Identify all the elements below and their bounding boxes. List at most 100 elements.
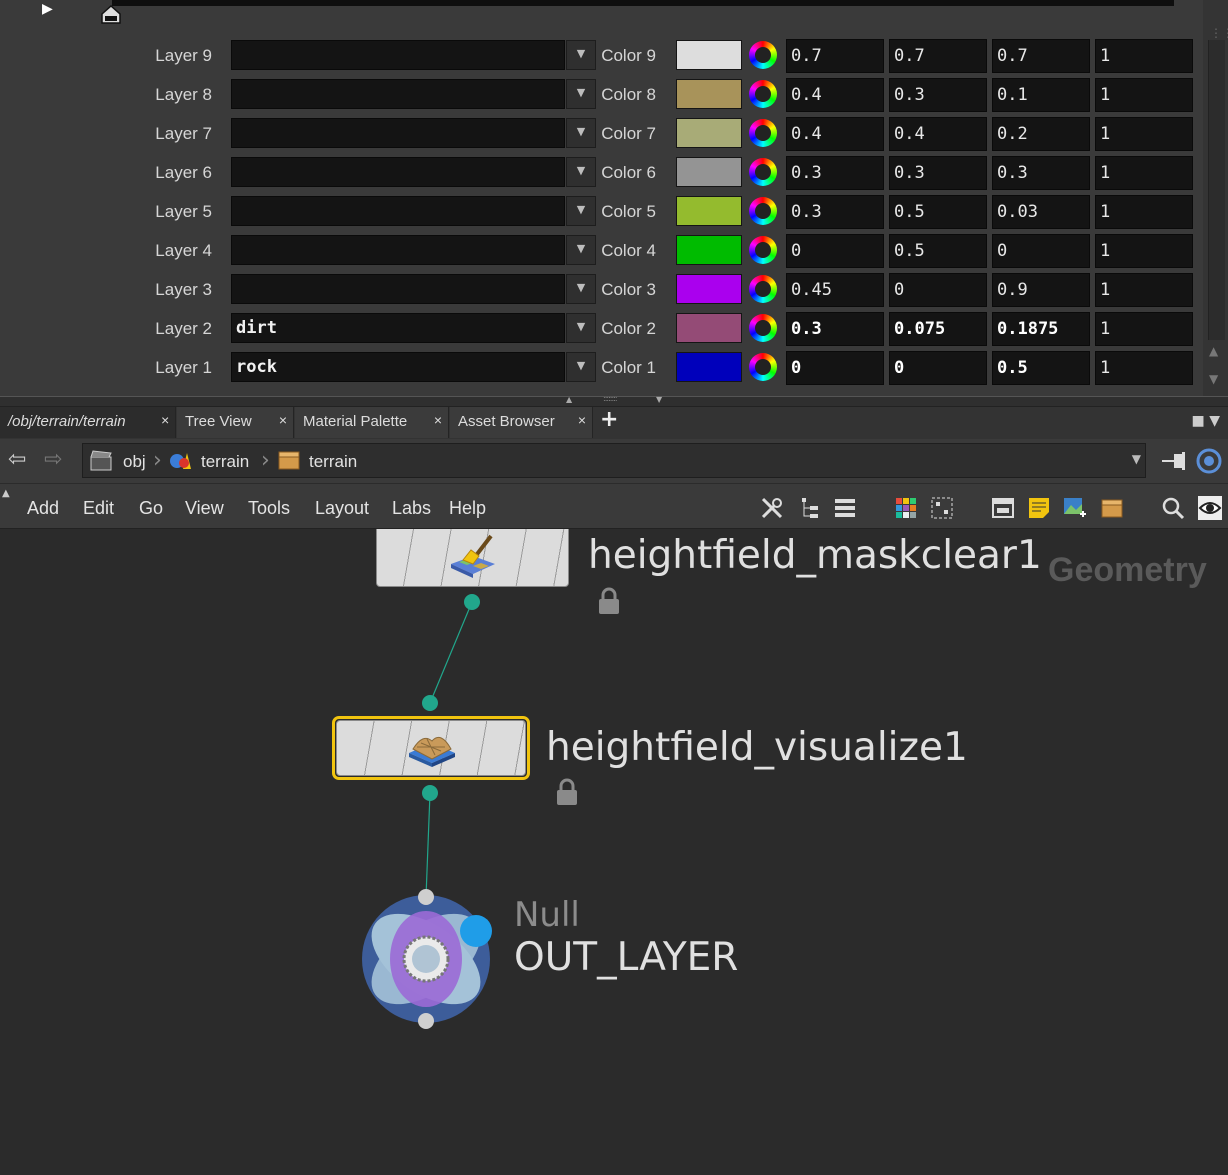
color-b-field[interactable]: 0.3 — [992, 156, 1090, 190]
color-g-field[interactable]: 0.4 — [889, 117, 987, 151]
menu-add[interactable]: Add — [27, 498, 59, 519]
layer-name-field[interactable] — [231, 235, 565, 265]
layer-dropdown-button[interactable]: ▼ — [566, 235, 596, 265]
color-a-field[interactable]: 1 — [1095, 351, 1193, 385]
layer-name-field[interactable]: rock — [231, 352, 565, 382]
color-wheel-icon[interactable] — [749, 314, 777, 342]
color-wheel-icon[interactable] — [749, 80, 777, 108]
pane-menu-icon[interactable]: ■ ▼ — [1192, 413, 1220, 429]
menu-help[interactable]: Help — [449, 498, 486, 519]
tab-material-palette[interactable]: Material Palette × — [295, 407, 449, 438]
menu-view[interactable]: View — [185, 498, 224, 519]
color-wheel-icon[interactable] — [749, 158, 777, 186]
forward-arrow-icon[interactable]: ⇨ — [44, 447, 62, 472]
node-heightfield-maskclear[interactable] — [376, 529, 569, 587]
color-a-field[interactable]: 1 — [1095, 312, 1193, 346]
color-swatch[interactable] — [676, 196, 742, 226]
color-wheel-icon[interactable] — [749, 119, 777, 147]
breadcrumb-terrain-sop[interactable]: terrain — [309, 452, 357, 472]
color-b-field[interactable]: 0.03 — [992, 195, 1090, 229]
color-wheel-icon[interactable] — [749, 197, 777, 225]
scroll-up-icon[interactable]: ▲ — [1209, 344, 1218, 358]
close-icon[interactable]: × — [434, 412, 442, 428]
color-a-field[interactable]: 1 — [1095, 195, 1193, 229]
tab-tree-view[interactable]: Tree View × — [177, 407, 294, 438]
color-g-field[interactable]: 0.7 — [889, 39, 987, 73]
menu-layout[interactable]: Layout — [315, 498, 369, 519]
color-b-field[interactable]: 0.9 — [992, 273, 1090, 307]
menu-tools[interactable]: Tools — [248, 498, 290, 519]
back-arrow-icon[interactable]: ⇦ — [8, 447, 26, 472]
layer-name-field[interactable] — [231, 274, 565, 304]
color-a-field[interactable]: 1 — [1095, 78, 1193, 112]
color-a-field[interactable]: 1 — [1095, 117, 1193, 151]
splitter-down-icon[interactable]: ▼ — [656, 395, 662, 404]
menu-edit[interactable]: Edit — [83, 498, 114, 519]
layer-dropdown-button[interactable]: ▼ — [566, 40, 596, 70]
output-connector[interactable] — [464, 594, 480, 610]
tree-layout-icon[interactable] — [798, 496, 822, 520]
layer-name-field[interactable] — [231, 40, 565, 70]
shape-palette-icon[interactable] — [930, 496, 954, 520]
color-r-field[interactable]: 0 — [786, 351, 884, 385]
color-g-field[interactable]: 0.5 — [889, 195, 987, 229]
layer-dropdown-button[interactable]: ▼ — [566, 79, 596, 109]
input-connector[interactable] — [422, 695, 438, 711]
search-icon[interactable] — [1161, 496, 1185, 520]
lock-icon[interactable] — [555, 778, 579, 806]
close-icon[interactable]: × — [161, 412, 169, 428]
list-view-icon[interactable] — [833, 496, 857, 520]
color-b-field[interactable]: 0.1875 — [992, 312, 1090, 346]
tab-network-path[interactable]: /obj/terrain/terrain × — [0, 407, 176, 438]
path-dropdown-icon[interactable]: ▼ — [1132, 452, 1141, 466]
layer-dropdown-button[interactable]: ▼ — [566, 274, 596, 304]
play-icon[interactable]: ▶ — [42, 1, 53, 17]
color-b-field[interactable]: 0.1 — [992, 78, 1090, 112]
network-path-field[interactable]: obj › terrain › terrain ▼ — [82, 443, 1146, 478]
wire-visualize-to-null[interactable] — [425, 792, 431, 898]
color-g-field[interactable]: 0.3 — [889, 156, 987, 190]
timeline-bar[interactable] — [112, 0, 1174, 6]
layer-name-field[interactable] — [231, 118, 565, 148]
node-name-maskclear[interactable]: heightfield_maskclear1 — [588, 533, 1042, 578]
color-r-field[interactable]: 0.7 — [786, 39, 884, 73]
color-palette-icon[interactable] — [894, 496, 918, 520]
home-marker-icon[interactable] — [100, 4, 122, 24]
collapse-icon[interactable]: ▲ — [2, 488, 10, 499]
color-swatch[interactable] — [676, 79, 742, 109]
color-b-field[interactable]: 0 — [992, 234, 1090, 268]
color-wheel-icon[interactable] — [749, 236, 777, 264]
color-b-field[interactable]: 0.7 — [992, 39, 1090, 73]
color-r-field[interactable]: 0 — [786, 234, 884, 268]
network-box-icon[interactable] — [991, 496, 1015, 520]
layer-dropdown-button[interactable]: ▼ — [566, 118, 596, 148]
color-a-field[interactable]: 1 — [1095, 156, 1193, 190]
color-g-field[interactable]: 0.3 — [889, 78, 987, 112]
background-image-icon[interactable] — [1062, 496, 1086, 520]
null-node[interactable] — [356, 885, 496, 1029]
tab-asset-browser[interactable]: Asset Browser × — [450, 407, 593, 438]
layer-name-field[interactable]: dirt — [231, 313, 565, 343]
eye-icon[interactable] — [1198, 496, 1222, 520]
breadcrumb-obj[interactable]: obj — [123, 452, 146, 472]
color-wheel-icon[interactable] — [749, 275, 777, 303]
link-target-icon[interactable] — [1196, 448, 1222, 474]
layer-name-field[interactable] — [231, 79, 565, 109]
layer-name-field[interactable] — [231, 157, 565, 187]
color-swatch[interactable] — [676, 313, 742, 343]
color-r-field[interactable]: 0.3 — [786, 195, 884, 229]
color-wheel-icon[interactable] — [749, 41, 777, 69]
color-g-field[interactable]: 0.5 — [889, 234, 987, 268]
layer-dropdown-button[interactable]: ▼ — [566, 313, 596, 343]
close-icon[interactable]: × — [578, 412, 586, 428]
color-a-field[interactable]: 1 — [1095, 273, 1193, 307]
scroll-down-icon[interactable]: ▼ — [1209, 372, 1218, 386]
splitter-up-icon[interactable]: ▲ — [566, 395, 572, 404]
color-r-field[interactable]: 0.4 — [786, 117, 884, 151]
sticky-note-icon[interactable] — [1027, 496, 1051, 520]
color-swatch[interactable] — [676, 40, 742, 70]
color-g-field[interactable]: 0 — [889, 273, 987, 307]
lock-icon[interactable] — [597, 587, 621, 615]
color-a-field[interactable]: 1 — [1095, 234, 1193, 268]
node-name-visualize[interactable]: heightfield_visualize1 — [546, 725, 968, 770]
